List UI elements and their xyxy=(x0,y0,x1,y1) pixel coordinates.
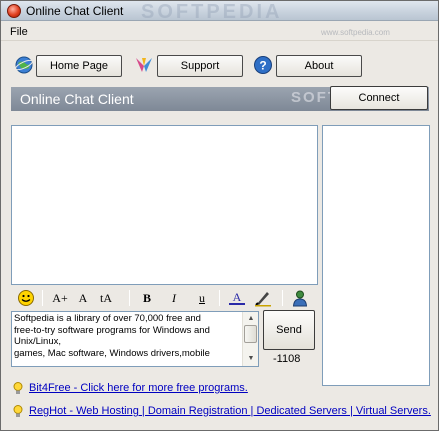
window-title: Online Chat Client xyxy=(26,4,124,18)
bit4free-link[interactable]: Bit4Free - Click here for more free prog… xyxy=(29,382,248,394)
header-watermark-url: www.softpedia.com xyxy=(321,28,390,37)
bold-button[interactable]: B xyxy=(139,289,155,307)
toolbar-separator xyxy=(282,290,283,306)
title-bar[interactable]: Online Chat Client SOFTPEDIA xyxy=(1,1,438,23)
scroll-thumb[interactable] xyxy=(244,325,257,343)
chat-messages-area[interactable] xyxy=(11,125,318,285)
help-icon[interactable]: ? xyxy=(253,55,273,75)
toolbar-separator xyxy=(219,290,220,306)
format-toolbar: A+ A tA B I u A xyxy=(11,287,318,309)
about-button[interactable]: About xyxy=(276,55,362,77)
send-button[interactable]: Send xyxy=(263,310,315,350)
connect-button[interactable]: Connect xyxy=(330,86,428,110)
user-icon[interactable] xyxy=(291,289,309,307)
chat-client-window: Online Chat Client SOFTPEDIA File Home P… xyxy=(0,0,439,431)
globe-icon[interactable] xyxy=(14,55,34,75)
grow-font-button[interactable]: A+ xyxy=(49,289,71,307)
svg-text:?: ? xyxy=(259,59,266,73)
italic-button[interactable]: I xyxy=(166,289,182,307)
scroll-down-arrow-icon[interactable]: ▼ xyxy=(246,354,256,364)
font-button[interactable]: A xyxy=(75,289,91,307)
smiley-icon[interactable] xyxy=(17,289,35,307)
message-input-text[interactable]: Softpedia is a library of over 70,000 fr… xyxy=(14,313,242,359)
lightbulb-icon xyxy=(13,382,23,394)
support-button[interactable]: Support xyxy=(157,55,243,77)
home-page-button[interactable]: Home Page xyxy=(36,55,122,77)
highlight-pen-icon[interactable] xyxy=(254,289,272,307)
message-input[interactable]: Softpedia is a library of over 70,000 fr… xyxy=(11,311,259,367)
scroll-up-arrow-icon[interactable]: ▲ xyxy=(246,314,256,324)
lightbulb-icon xyxy=(13,405,23,417)
support-logo-icon[interactable] xyxy=(134,55,154,75)
underline-button[interactable]: u xyxy=(194,289,210,307)
toolbar-separator xyxy=(129,290,130,306)
char-count: -1108 xyxy=(273,353,301,365)
menu-file[interactable]: File xyxy=(10,26,28,38)
title-watermark: SOFTPEDIA xyxy=(141,1,283,23)
toolbar-separator xyxy=(42,290,43,306)
font-color-button[interactable]: A xyxy=(229,289,245,305)
app-icon xyxy=(7,4,21,18)
user-list-panel[interactable] xyxy=(322,125,430,386)
message-input-scrollbar[interactable]: ▲ ▼ xyxy=(242,312,258,366)
reghot-link[interactable]: RegHot - Web Hosting | Domain Registrati… xyxy=(29,405,431,417)
header-title: Online Chat Client xyxy=(20,91,134,107)
shrink-font-button[interactable]: tA xyxy=(95,289,117,307)
